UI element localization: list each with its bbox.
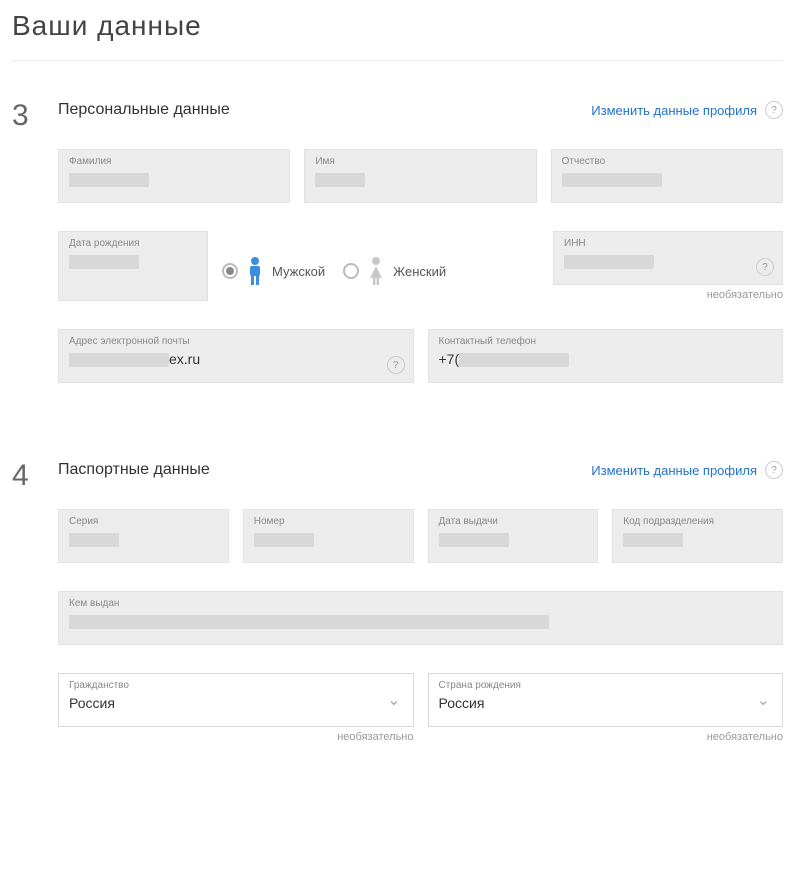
optional-hint: необязательно — [553, 289, 783, 301]
field-label: Серия — [69, 516, 218, 527]
redacted-value — [562, 173, 662, 187]
help-icon[interactable]: ? — [387, 356, 405, 374]
gender-male-option[interactable]: Мужской — [222, 256, 325, 286]
section-header: Персональные данные Изменить данные проф… — [58, 101, 783, 119]
gender-female-option[interactable]: Женский — [343, 256, 446, 286]
firstname-field[interactable]: Имя — [304, 149, 536, 203]
redacted-value — [69, 173, 149, 187]
field-label: Страна рождения — [439, 680, 773, 691]
male-icon — [244, 256, 266, 286]
divider — [12, 60, 783, 61]
field-label: Кем выдан — [69, 598, 772, 609]
phone-field[interactable]: Контактный телефон +7( — [428, 329, 784, 383]
female-icon — [365, 256, 387, 286]
field-value: Россия — [69, 695, 115, 711]
radio-icon — [222, 263, 238, 279]
field-label: Код подразделения — [623, 516, 772, 527]
redacted-value — [315, 173, 365, 187]
field-label: Номер — [254, 516, 403, 527]
field-value: Россия — [439, 695, 485, 711]
email-field[interactable]: Адрес электронной почты ex.ru ? — [58, 329, 414, 383]
section-title: Паспортные данные — [58, 461, 210, 479]
redacted-value — [254, 533, 314, 547]
field-label: Контактный телефон — [439, 336, 773, 347]
field-label: Дата выдачи — [439, 516, 588, 527]
passport-issue-date-field[interactable]: Дата выдачи — [428, 509, 599, 563]
chevron-down-icon: ⌄ — [757, 690, 770, 710]
page-title: Ваши данные — [12, 10, 783, 42]
optional-hint: необязательно — [428, 731, 784, 743]
help-icon[interactable]: ? — [756, 258, 774, 276]
field-value: +7( — [439, 351, 570, 367]
passport-dept-code-field[interactable]: Код подразделения — [612, 509, 783, 563]
field-label: Фамилия — [69, 156, 279, 167]
chevron-down-icon: ⌄ — [387, 690, 400, 710]
redacted-value — [69, 255, 139, 269]
redacted-value — [623, 533, 683, 547]
field-label: Дата рождения — [69, 238, 197, 249]
help-icon[interactable]: ? — [765, 101, 783, 119]
birth-country-select[interactable]: Страна рождения Россия ⌄ — [428, 673, 784, 727]
radio-icon — [343, 263, 359, 279]
field-label: ИНН — [564, 238, 772, 249]
field-label: Гражданство — [69, 680, 403, 691]
patronymic-field[interactable]: Отчество — [551, 149, 783, 203]
optional-hint: необязательно — [58, 731, 414, 743]
section-personal: 3 Персональные данные Изменить данные пр… — [12, 101, 783, 411]
help-icon[interactable]: ? — [765, 461, 783, 479]
edit-profile-link[interactable]: Изменить данные профиля — [591, 103, 757, 118]
redacted-value — [564, 255, 654, 269]
field-label: Отчество — [562, 156, 772, 167]
edit-profile-link[interactable]: Изменить данные профиля — [591, 463, 757, 478]
step-number-4: 4 — [12, 461, 58, 771]
section-title: Персональные данные — [58, 101, 230, 119]
field-value: ex.ru — [69, 351, 200, 367]
field-label: Имя — [315, 156, 525, 167]
inn-field[interactable]: ИНН ? — [553, 231, 783, 285]
passport-series-field[interactable]: Серия — [58, 509, 229, 563]
lastname-field[interactable]: Фамилия — [58, 149, 290, 203]
gender-label: Женский — [393, 264, 446, 279]
field-label: Адрес электронной почты — [69, 336, 403, 347]
redacted-value — [69, 615, 549, 629]
citizenship-select[interactable]: Гражданство Россия ⌄ — [58, 673, 414, 727]
passport-number-field[interactable]: Номер — [243, 509, 414, 563]
redacted-value — [439, 533, 509, 547]
redacted-value — [69, 533, 119, 547]
passport-issued-by-field[interactable]: Кем выдан — [58, 591, 783, 645]
section-passport: 4 Паспортные данные Изменить данные проф… — [12, 461, 783, 771]
gender-group: Мужской Женский — [222, 231, 539, 301]
dob-field[interactable]: Дата рождения — [58, 231, 208, 301]
section-header: Паспортные данные Изменить данные профил… — [58, 461, 783, 479]
gender-label: Мужской — [272, 264, 325, 279]
step-number-3: 3 — [12, 101, 58, 411]
